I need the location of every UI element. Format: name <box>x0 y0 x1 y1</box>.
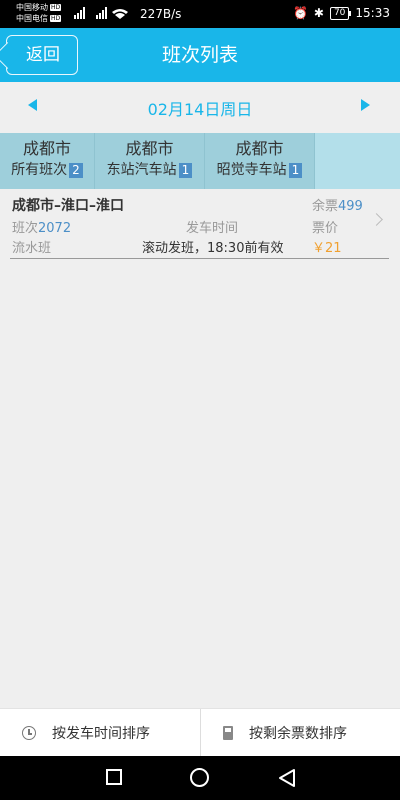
station-city: 成都市 <box>125 139 174 158</box>
remaining-tickets: 余票499 <box>312 195 363 214</box>
sort-bar: 按发车时间排序 按剩余票数排序 <box>0 708 400 757</box>
sort-by-remain-label: 按剩余票数排序 <box>249 726 347 742</box>
date-label[interactable]: 02月14日周日 <box>0 96 400 120</box>
battery-icon: 70 <box>329 6 352 20</box>
station-count-badge: 1 <box>178 163 193 178</box>
net-speed: 227B/s <box>140 7 182 21</box>
carrier-info: 中国移动 HD 中国电信 HD <box>16 2 62 24</box>
sort-by-time-label: 按发车时间排序 <box>52 726 150 742</box>
station-name: 昭觉寺车站 <box>216 162 287 178</box>
sort-by-remain-button[interactable]: 按剩余票数排序 <box>200 709 400 757</box>
price-label: 票价 <box>312 221 339 236</box>
schedule-number: 班次2072 <box>12 217 71 236</box>
next-day-arrow-icon[interactable] <box>361 99 370 111</box>
carrier-2: 中国电信 <box>16 14 48 23</box>
station-count-badge: 2 <box>69 163 83 178</box>
status-right: ⏰ ✱ 70 15:33 <box>293 6 390 20</box>
signal-icon <box>74 7 128 19</box>
route-list: 成都市–淮口–淮口 余票499 班次2072 发车时间 票价 流水班 滚动发班，… <box>0 189 400 263</box>
recent-apps-icon[interactable] <box>106 769 122 785</box>
station-tabs: 成都市 所有班次 2 成都市 东站汽车站 1 成都市 昭觉寺车站 1 <box>0 133 400 189</box>
station-tab-all[interactable]: 成都市 所有班次 2 <box>0 133 95 189</box>
schedule-type: 流水班 <box>12 241 52 256</box>
system-nav-bar <box>0 756 400 800</box>
clock-time: 15:33 <box>355 6 390 20</box>
route-card[interactable]: 成都市–淮口–淮口 余票499 班次2072 发车时间 票价 流水班 滚动发班，… <box>0 189 400 263</box>
schedule-label: 班次 <box>12 221 39 236</box>
chevron-right-icon <box>370 213 383 226</box>
station-tab-zhaojuesi[interactable]: 成都市 昭觉寺车站 1 <box>205 133 315 189</box>
carrier-1: 中国移动 <box>16 3 48 12</box>
sort-by-time-button[interactable]: 按发车时间排序 <box>0 709 200 757</box>
station-name: 东站汽车站 <box>106 162 177 178</box>
depart-time-value: 滚动发班，18:30前有效 <box>142 241 284 256</box>
alarm-icon: ⏰ <box>292 6 308 20</box>
nav-back-icon[interactable] <box>278 768 296 788</box>
clock-icon <box>22 726 36 740</box>
depart-time-label: 发车时间 <box>186 221 239 236</box>
station-tab-east[interactable]: 成都市 东站汽车站 1 <box>95 133 205 189</box>
route-name: 成都市–淮口–淮口 <box>12 198 124 214</box>
hd-badge-2: HD <box>50 15 62 22</box>
divider <box>10 258 389 259</box>
remaining-label: 余票 <box>312 199 339 214</box>
back-button-label: 返回 <box>26 45 60 65</box>
back-button[interactable]: 返回 <box>6 35 78 75</box>
station-city: 成都市 <box>22 139 71 158</box>
station-count-badge: 1 <box>288 163 303 178</box>
date-bar: 02月14日周日 <box>0 82 400 132</box>
status-bar: 中国移动 HD 中国电信 HD 227B/s ⏰ ✱ 70 15:33 <box>0 0 400 28</box>
hd-badge: HD <box>50 4 62 11</box>
ticket-icon <box>223 726 233 740</box>
remaining-count: 499 <box>338 199 363 214</box>
bluetooth-icon: ✱ <box>313 6 324 20</box>
station-name: 所有班次 <box>11 162 68 178</box>
station-city: 成都市 <box>235 139 284 158</box>
schedule-value: 2072 <box>38 221 72 236</box>
home-icon[interactable] <box>190 768 209 787</box>
price-value: ￥21 <box>312 241 342 256</box>
